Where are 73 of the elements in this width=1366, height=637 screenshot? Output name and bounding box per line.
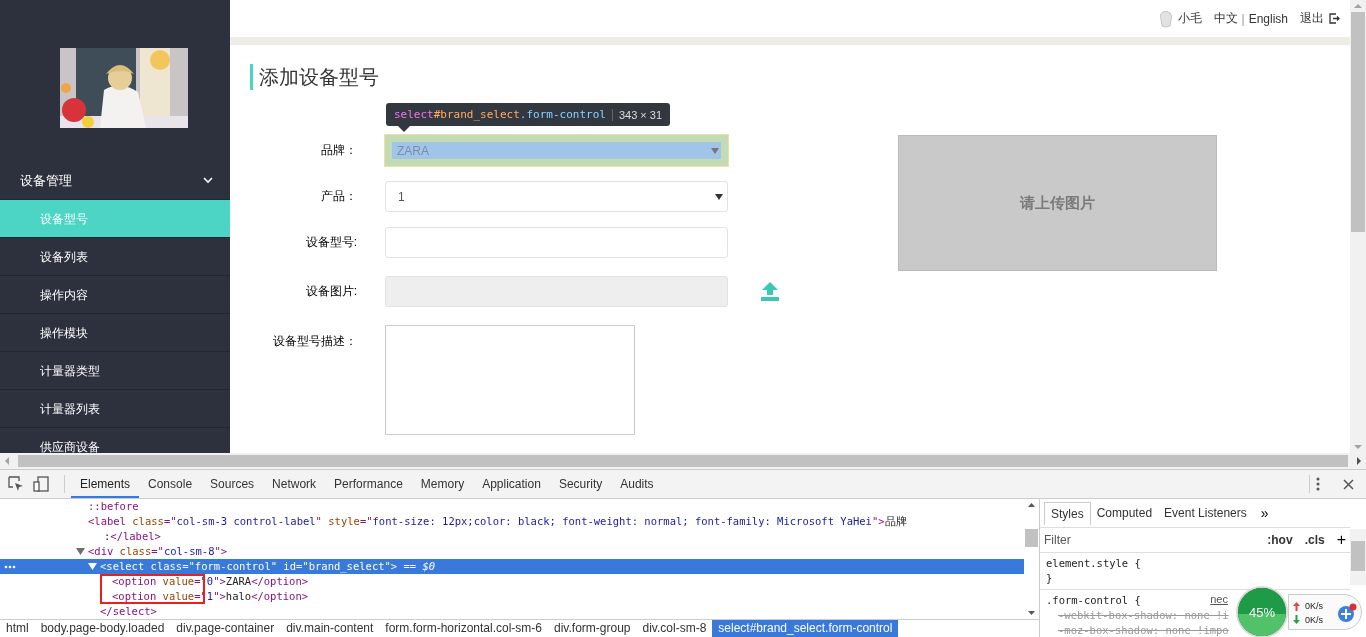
language-link[interactable]: English	[1248, 11, 1288, 26]
devtools-tab[interactable]: Performance	[325, 470, 412, 498]
up-arrow-icon	[1293, 602, 1300, 611]
devtools-tab[interactable]: Console	[139, 470, 202, 498]
speed-panel[interactable]: 0K/s 0K/s	[1288, 594, 1362, 630]
upload-speed: 0K/s	[1305, 601, 1323, 611]
separator: |	[1241, 11, 1245, 26]
breadcrumb[interactable]: body.page-body.loaded	[34, 620, 171, 637]
avatar-icon	[1157, 9, 1174, 28]
styles-tab[interactable]: Computed	[1090, 502, 1159, 524]
expand-triangle-icon[interactable]	[76, 547, 85, 556]
close-icon[interactable]	[1343, 478, 1354, 490]
breadcrumb[interactable]: div.main-content	[280, 620, 380, 637]
css-declaration: -moz-box-shadow: none !impo	[1058, 623, 1229, 637]
code-line: <label class="col-sm-3 control-label" style="font-size: 12px;color: black; font-weight: normal; font-family: Microsoft YaHei">品牌	[88, 514, 907, 529]
field-label: 设备型号:	[304, 234, 357, 251]
down-arrow-icon	[1293, 615, 1300, 624]
breadcrumb[interactable]: select#brand_select.form-control	[712, 620, 899, 637]
code-line: <div class="col-sm-8">	[88, 544, 228, 559]
code-line: <select class="form-control" id="brand_select"> == $0	[100, 559, 436, 574]
input-field[interactable]	[385, 227, 728, 258]
textarea-field[interactable]	[385, 325, 635, 435]
source-link[interactable]: nec	[1210, 593, 1228, 608]
dropdown-caret-icon	[715, 193, 723, 200]
hov-button[interactable]: :hov	[1267, 533, 1293, 547]
code-line: </select>	[100, 604, 157, 619]
scroll-thumb[interactable]	[1025, 529, 1038, 547]
field-label: 设备型号描述：	[272, 333, 357, 350]
devtools-tab[interactable]: Network	[263, 470, 326, 498]
scrollbar[interactable]	[0, 453, 1366, 469]
cls-button[interactable]: .cls	[1304, 533, 1325, 547]
more-dots-icon[interactable]	[4, 565, 16, 569]
breadcrumb[interactable]: div.form-group	[548, 620, 637, 637]
field-label: 设备图片:	[304, 283, 357, 300]
devtools-tab[interactable]: Security	[549, 470, 612, 498]
breadcrumb[interactable]: html	[0, 620, 35, 637]
inspect-icon[interactable]	[8, 476, 24, 492]
devtools-tab[interactable]: Sources	[201, 470, 264, 498]
styles-tab[interactable]: Event Listeners	[1158, 502, 1253, 524]
logout-link[interactable]: 退出	[1300, 10, 1324, 28]
placeholder-text: 请上传图片	[1020, 193, 1095, 213]
logout-icon[interactable]	[1329, 13, 1340, 25]
more-tabs-button[interactable]: »	[1260, 505, 1269, 521]
css-selector: .form-control {	[1046, 593, 1141, 608]
devtools-tab[interactable]: Application	[473, 470, 550, 498]
field-label: 品牌：	[320, 142, 357, 159]
css-declaration: -webkit-box-shadow: none !i	[1058, 608, 1229, 623]
styles-tab[interactable]: Styles	[1044, 501, 1091, 525]
breadcrumb[interactable]: div.col-sm-8	[636, 620, 713, 637]
breadcrumb[interactable]: form.form-horizontal.col-sm-6	[379, 620, 549, 637]
add-rule-button[interactable]: +	[1336, 531, 1346, 549]
plus-icon[interactable]	[1337, 603, 1357, 623]
user-name[interactable]: 小毛	[1177, 10, 1202, 28]
chevron-icon	[203, 177, 213, 184]
css-brace: }	[1046, 571, 1054, 586]
css-selector: element.style {	[1046, 556, 1141, 571]
device-icon[interactable]	[33, 476, 49, 492]
select-field[interactable]: 1	[385, 181, 728, 212]
speed-ball[interactable]: 45%	[1238, 588, 1286, 636]
tooltip-pointer	[398, 126, 410, 132]
devtools-tab[interactable]: Elements	[71, 470, 140, 498]
expand-triangle-icon[interactable]	[88, 562, 97, 571]
breadcrumb[interactable]: div.page-container	[170, 620, 281, 637]
devtools-tab[interactable]: Audits	[611, 470, 663, 498]
download-speed: 0K/s	[1305, 615, 1323, 625]
language-link[interactable]: 中文	[1213, 10, 1238, 28]
dropdown-caret-icon	[711, 147, 719, 154]
code-line: :</label>	[104, 529, 161, 544]
code-line: ::before	[88, 499, 139, 514]
devtools-tab[interactable]: Memory	[411, 470, 474, 498]
field-label: 产品：	[320, 188, 357, 205]
scrollbar[interactable]	[1350, 529, 1366, 585]
more-icon[interactable]	[1316, 477, 1320, 491]
